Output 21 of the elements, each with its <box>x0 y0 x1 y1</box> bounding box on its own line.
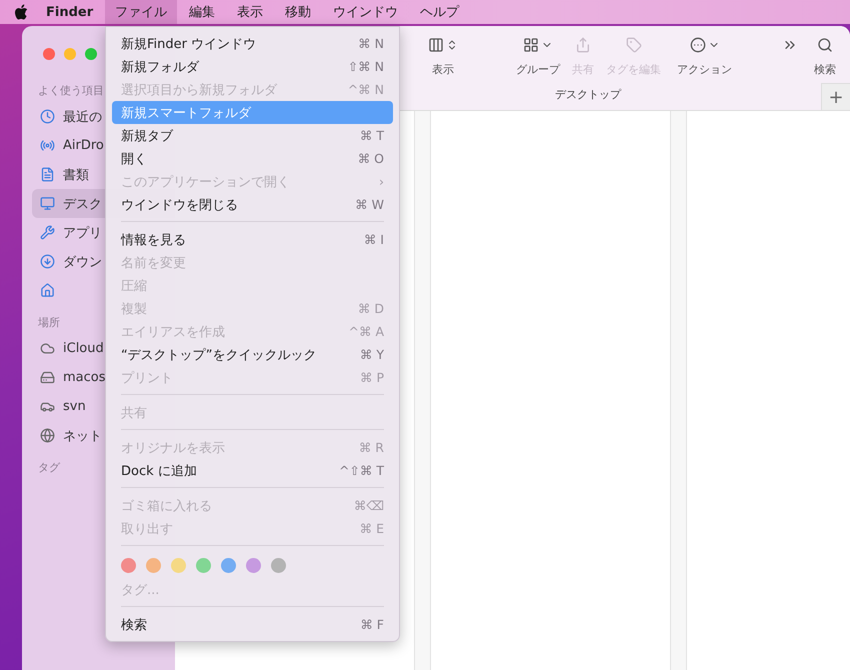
shortcut-label: ⌘⌫ <box>354 498 384 513</box>
sidebar-section-title: よく使う項目 <box>38 83 104 98</box>
shortcut-label: ^⌘ A <box>348 324 384 339</box>
shortcut-label: ^⌘ N <box>348 82 384 97</box>
shortcut-label: ⌘ F <box>360 617 384 632</box>
shortcut-label: ⇧⌘ N <box>348 59 384 74</box>
shortcut-label: ⌘ I <box>364 232 384 247</box>
shortcut-label: ⌘ R <box>358 440 384 455</box>
shortcut-label: ⌘ P <box>360 370 384 385</box>
shortcut-label: ⌘ T <box>360 128 384 143</box>
window-title: デスクトップ <box>555 88 621 101</box>
shortcut-label: ⌘ E <box>360 521 384 536</box>
shortcut-label: › <box>379 174 384 189</box>
sidebar-section-title: 場所 <box>38 315 60 330</box>
shortcut-label: ⌘ W <box>355 197 384 212</box>
shortcut-label: ⌘ O <box>358 151 384 166</box>
shortcut-label: ⌘ N <box>358 36 384 51</box>
shortcut-label: ⌘ D <box>358 301 384 316</box>
sidebar-section-title: タグ <box>38 460 60 475</box>
shortcut-label: ^⇧⌘ T <box>338 463 384 478</box>
shortcut-label: ⌘ Y <box>360 347 384 362</box>
